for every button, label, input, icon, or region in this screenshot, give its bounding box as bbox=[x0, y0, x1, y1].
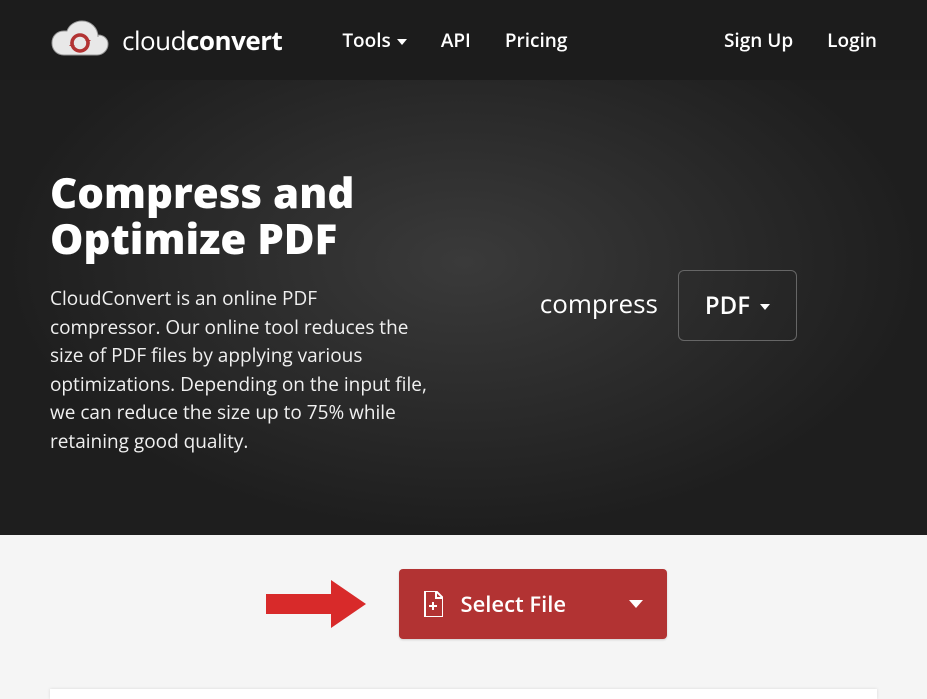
chevron-down-icon bbox=[397, 39, 407, 45]
page-title: Compress and Optimize PDF bbox=[50, 170, 430, 262]
select-file-button[interactable]: Select File bbox=[399, 569, 667, 639]
content-panel-top bbox=[50, 689, 877, 699]
nav-pricing-label: Pricing bbox=[505, 27, 568, 53]
nav-api-label: API bbox=[441, 27, 471, 53]
format-picker: compress PDF bbox=[430, 170, 877, 455]
hero-section: Compress and Optimize PDF CloudConvert i… bbox=[0, 80, 927, 535]
signup-link[interactable]: Sign Up bbox=[724, 27, 793, 53]
chevron-down-icon bbox=[629, 600, 643, 608]
nav-tools-label: Tools bbox=[342, 27, 390, 53]
page-description: CloudConvert is an online PDF compressor… bbox=[50, 284, 430, 455]
file-plus-icon bbox=[423, 591, 443, 617]
chevron-down-icon bbox=[760, 304, 770, 310]
format-select[interactable]: PDF bbox=[678, 270, 797, 341]
login-link[interactable]: Login bbox=[827, 27, 877, 53]
format-select-value: PDF bbox=[705, 289, 750, 322]
nav-api[interactable]: API bbox=[441, 27, 471, 53]
action-area: Select File bbox=[0, 535, 927, 689]
nav-pricing[interactable]: Pricing bbox=[505, 27, 568, 53]
hero-text: Compress and Optimize PDF CloudConvert i… bbox=[50, 170, 430, 455]
cloud-logo-icon bbox=[50, 19, 110, 61]
nav-tools[interactable]: Tools bbox=[342, 27, 406, 53]
header: cloudconvert Tools API Pricing Sign Up L… bbox=[0, 0, 927, 80]
logo[interactable]: cloudconvert bbox=[50, 19, 282, 61]
auth-nav: Sign Up Login bbox=[724, 27, 877, 53]
compress-label: compress bbox=[540, 285, 658, 321]
brand-text: cloudconvert bbox=[122, 22, 282, 58]
main-nav: Tools API Pricing bbox=[342, 27, 567, 53]
select-file-label: Select File bbox=[461, 589, 567, 619]
arrow-right-icon bbox=[261, 576, 371, 632]
